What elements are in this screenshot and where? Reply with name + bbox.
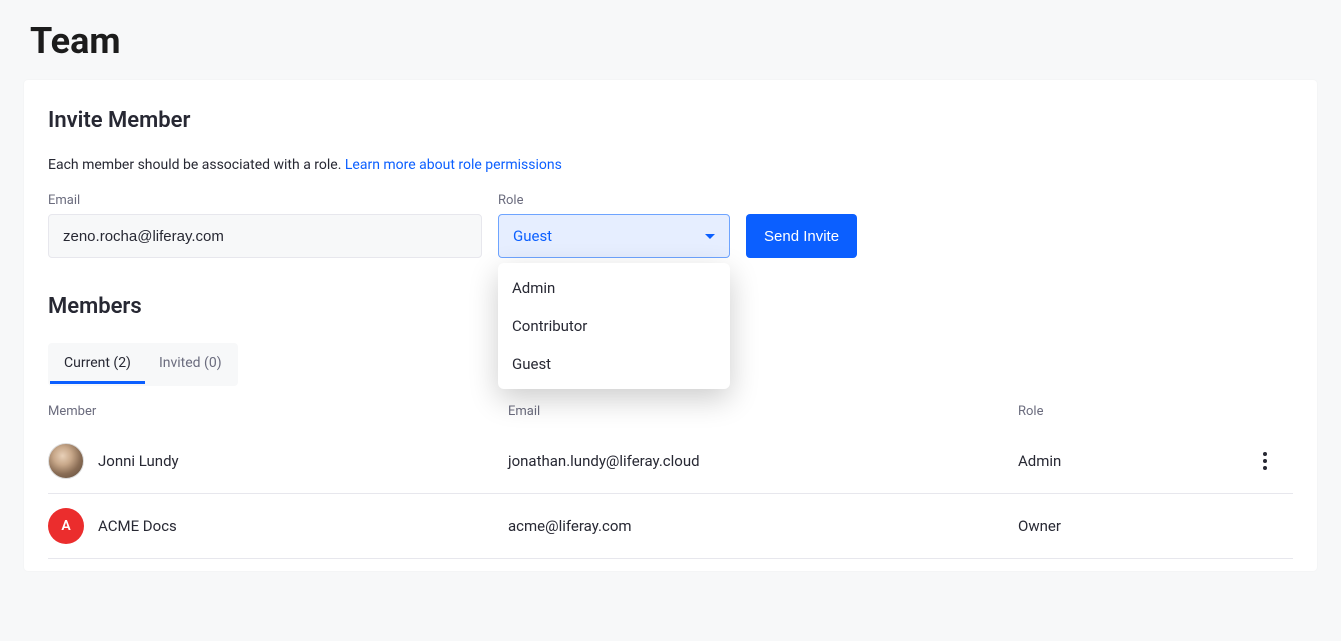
role-option-guest[interactable]: Guest: [498, 345, 730, 383]
team-card: Invite Member Each member should be asso…: [24, 80, 1317, 571]
tab-current[interactable]: Current (2): [50, 345, 145, 384]
invite-title: Invite Member: [48, 108, 1293, 133]
members-table-head: Member Email Role: [48, 386, 1293, 429]
invite-help: Each member should be associated with a …: [48, 157, 1293, 173]
row-actions-button[interactable]: [1253, 449, 1277, 473]
member-role: Admin: [1018, 452, 1253, 470]
table-row: A ACME Docs acme@liferay.com Owner: [48, 494, 1293, 559]
col-member: Member: [48, 404, 508, 419]
member-email: jonathan.lundy@liferay.cloud: [508, 452, 1018, 470]
invite-form: Email Role Guest Send Invite Admin Contr…: [48, 193, 1293, 258]
member-cell: Jonni Lundy: [48, 443, 508, 479]
role-select[interactable]: Guest: [498, 214, 730, 258]
chevron-down-icon: [705, 234, 715, 239]
role-dropdown: Admin Contributor Guest: [498, 263, 730, 389]
email-group: Email: [48, 193, 482, 258]
avatar: [48, 443, 84, 479]
member-cell: A ACME Docs: [48, 508, 508, 544]
role-option-contributor[interactable]: Contributor: [498, 307, 730, 345]
member-name: ACME Docs: [98, 517, 177, 535]
invite-help-text: Each member should be associated with a …: [48, 157, 345, 173]
send-invite-button[interactable]: Send Invite: [746, 214, 857, 258]
col-role: Role: [1018, 404, 1253, 419]
table-row: Jonni Lundy jonathan.lundy@liferay.cloud…: [48, 429, 1293, 494]
member-role: Owner: [1018, 517, 1253, 535]
tab-invited[interactable]: Invited (0): [145, 345, 236, 384]
role-selected-value: Guest: [513, 227, 552, 245]
role-permissions-link[interactable]: Learn more about role permissions: [345, 157, 562, 173]
member-email: acme@liferay.com: [508, 517, 1018, 535]
role-option-admin[interactable]: Admin: [498, 269, 730, 307]
member-name: Jonni Lundy: [98, 452, 179, 470]
role-label: Role: [498, 193, 730, 208]
members-tabs: Current (2) Invited (0): [48, 343, 238, 386]
page-title: Team: [0, 0, 1341, 80]
email-input[interactable]: [48, 214, 482, 258]
avatar: A: [48, 508, 84, 544]
role-group: Role Guest: [498, 193, 730, 258]
email-label: Email: [48, 193, 482, 208]
col-email: Email: [508, 404, 1018, 419]
